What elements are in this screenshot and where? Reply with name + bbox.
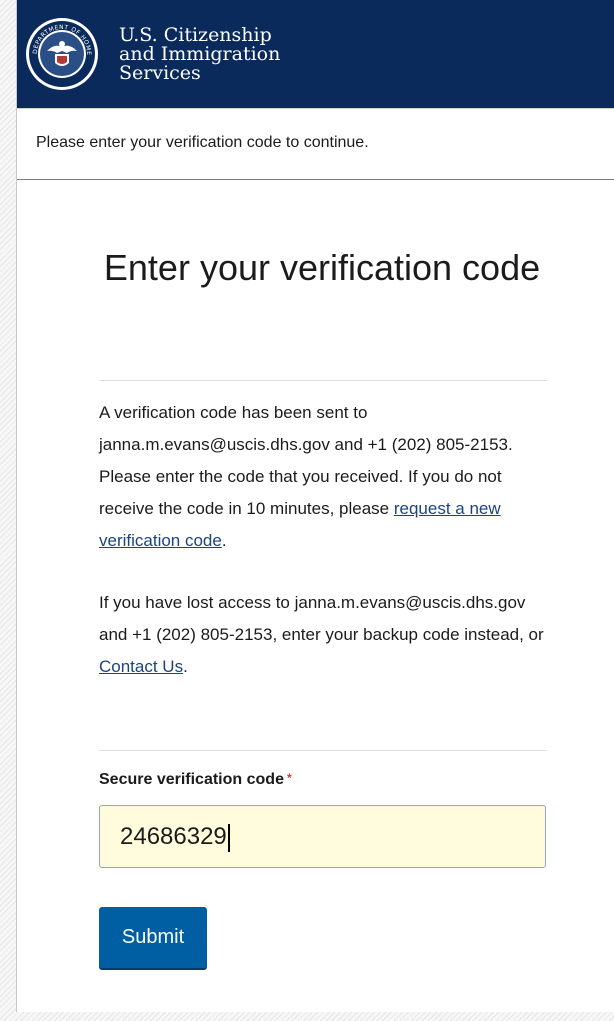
notice-text: Please enter your verification code to c… xyxy=(36,134,369,151)
code-value: 24686329 xyxy=(120,823,227,850)
agency-name[interactable]: U.S. Citizenship and Immigration Service… xyxy=(119,26,280,83)
contact-us-link[interactable]: Contact Us xyxy=(99,657,183,676)
code-field-label: Secure verification code * xyxy=(99,771,292,789)
divider xyxy=(99,750,547,751)
dhs-seal-icon[interactable]: DEPARTMENT OF HOMELAND SECURITY xyxy=(25,17,99,91)
agency-line-3: Services xyxy=(119,62,201,84)
info-text-end: . xyxy=(221,531,227,550)
required-indicator: * xyxy=(286,771,292,785)
backup-paragraph: If you have lost access to janna.m.evans… xyxy=(99,587,547,683)
text-cursor xyxy=(227,823,230,852)
page-frame: DEPARTMENT OF HOMELAND SECURITY U.S. Cit… xyxy=(16,0,614,1012)
verification-code-input[interactable]: 24686329 xyxy=(99,805,546,868)
notice-banner: Please enter your verification code to c… xyxy=(17,108,614,180)
page-title: Enter your verification code xyxy=(103,247,541,288)
submit-button[interactable]: Submit xyxy=(99,907,207,970)
info-paragraph: A verification code has been sent to jan… xyxy=(99,397,547,557)
divider xyxy=(99,380,547,381)
code-label-text: Secure verification code xyxy=(99,771,284,788)
site-header: DEPARTMENT OF HOMELAND SECURITY U.S. Cit… xyxy=(17,0,614,108)
backup-text-end: . xyxy=(183,657,188,676)
backup-text: If you have lost access to janna.m.evans… xyxy=(99,593,544,644)
